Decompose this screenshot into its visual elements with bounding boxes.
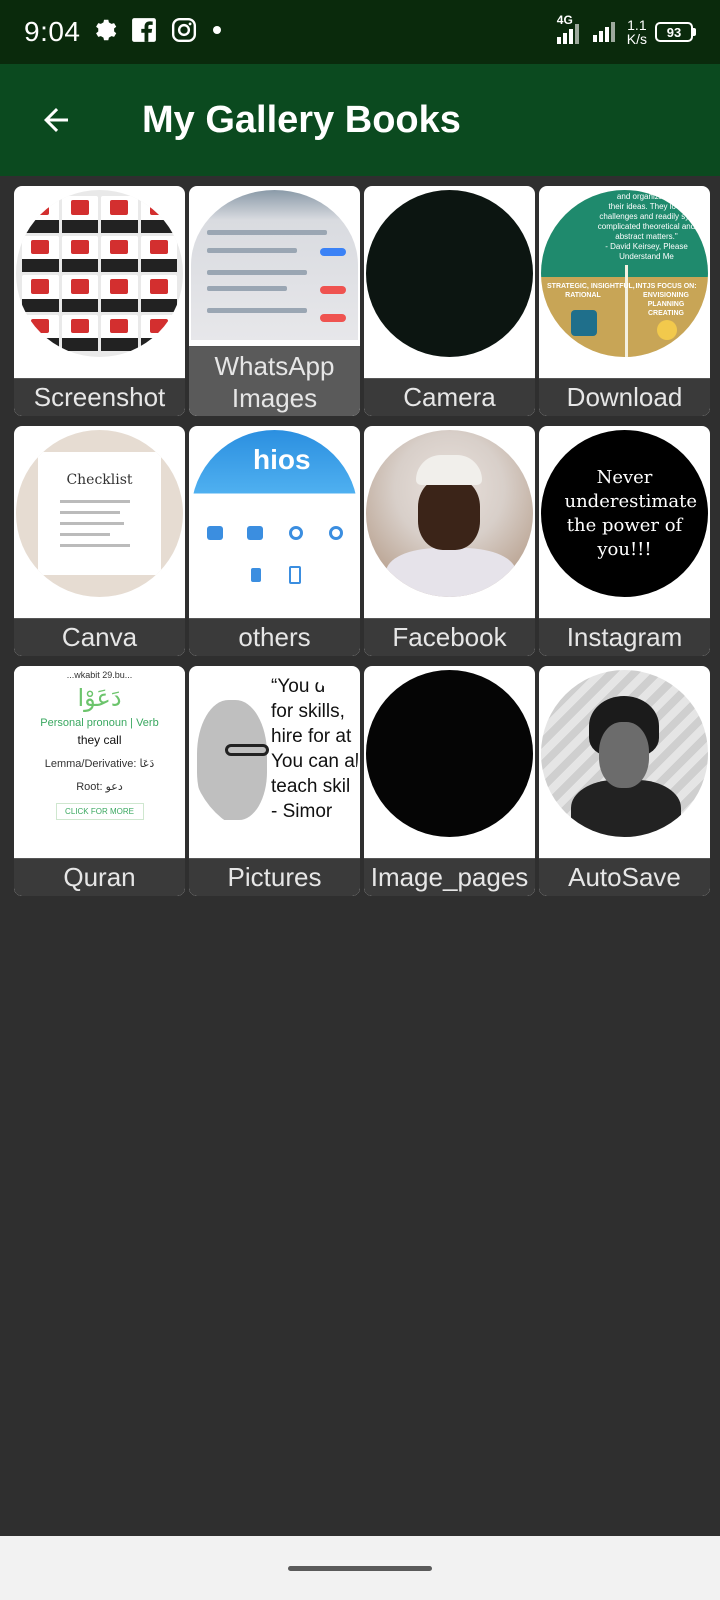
album-facebook[interactable]: Facebook [364,426,535,656]
album-label: Instagram [539,618,710,656]
album-thumbnail: hios [191,430,358,597]
dot-icon [211,23,223,41]
gear-icon [91,17,117,48]
quran-thumb-arabic: دَعَوْا [77,685,122,712]
arrow-left-icon [44,108,68,132]
album-label: WhatsApp Images [189,346,360,416]
album-thumbnail: and organization their ideas. They love … [541,190,708,357]
album-others[interactable]: hios others [189,426,360,656]
quran-thumb-button: CLICK FOR MORE [55,803,144,820]
speed-value: 1.1 [627,17,647,33]
app-bar: My Gallery Books [0,64,720,176]
others-thumb-logo: hios [253,444,311,475]
instagram-thumb-quote: Never underestimate the power of you!!! [564,466,698,560]
quran-thumb-pos: Personal pronoun | Verb [40,717,159,729]
signal-4g-icon: 4G [555,13,583,45]
album-label: Canva [14,618,185,656]
album-thumbnail: “You d for skills, hire for at You can a… [191,670,358,837]
network-speed: 1.1 K/s [627,18,647,46]
album-autosave[interactable]: AutoSave [539,666,710,896]
album-label-line2: Images [231,382,318,413]
album-label: Quran [14,858,185,896]
status-icons-right: 4G 1.1 K/s 93 [555,13,696,48]
album-label: AutoSave [539,858,710,896]
album-image-pages[interactable]: Image_pages [364,666,535,896]
album-thumbnail [16,190,183,357]
download-thumb-top-text: and organization their ideas. They love … [597,192,696,261]
signal-icon [591,17,619,48]
album-label: others [189,618,360,656]
quran-thumb-root: Root: دعو [76,781,123,793]
album-thumbnail [366,670,533,837]
quran-thumb-lemma: Lemma/Derivative: دَعَا [44,758,155,770]
status-icons-left [91,17,223,48]
back-button[interactable] [24,88,88,152]
pictures-thumb-quote: “You d for skills, hire for at You can a… [271,676,358,822]
album-label: Facebook [364,618,535,656]
album-pictures[interactable]: “You d for skills, hire for at You can a… [189,666,360,896]
home-gesture-handle[interactable] [288,1565,432,1571]
album-label: Screenshot [14,378,185,416]
album-label: Image_pages [364,858,535,896]
album-thumbnail [191,190,358,340]
album-download[interactable]: and organization their ideas. They love … [539,186,710,416]
speed-unit: K/s [626,31,647,47]
download-thumb-left-text: STRATEGIC, INSIGHTFUL, RATIONAL [547,283,635,299]
album-label: Camera [364,378,535,416]
album-thumbnail: Never underestimate the power of you!!! [541,430,708,597]
instagram-icon [171,17,197,48]
album-thumbnail [366,190,533,357]
status-bar: 9:04 4G 1.1 K/s 93 [0,0,720,64]
page-title: My Gallery Books [142,98,461,141]
album-thumbnail: ...wkabit 29.bu... دَعَوْا Personal pron… [14,666,185,854]
album-quran[interactable]: ...wkabit 29.bu... دَعَوْا Personal pron… [14,666,185,896]
download-thumb-right-text: INTJS FOCUS ON: ENVISIONING PLANNING CRE… [635,283,697,317]
quran-thumb-meaning: they call [77,733,122,747]
album-label-line1: WhatsApp [214,350,335,381]
album-thumbnail: Checklist [16,430,183,597]
album-screenshot[interactable]: Screenshot [14,186,185,416]
album-thumbnail [541,670,708,837]
facebook-icon [131,17,157,48]
battery-level: 93 [666,24,682,40]
battery-icon: 93 [655,22,696,42]
album-grid: Screenshot WhatsApp Images Camera and or… [14,186,710,896]
nav-bar [0,1536,720,1600]
album-canva[interactable]: Checklist Canva [14,426,185,656]
album-thumbnail [366,430,533,597]
quran-thumb-header: ...wkabit 29.bu... [66,670,133,680]
canva-thumb-title: Checklist [66,472,133,488]
status-time: 9:04 [24,16,81,47]
album-instagram[interactable]: Never underestimate the power of you!!! … [539,426,710,656]
album-whatsapp-images[interactable]: WhatsApp Images [189,186,360,416]
album-label: Pictures [189,858,360,896]
album-label: Download [539,378,710,416]
album-camera[interactable]: Camera [364,186,535,416]
